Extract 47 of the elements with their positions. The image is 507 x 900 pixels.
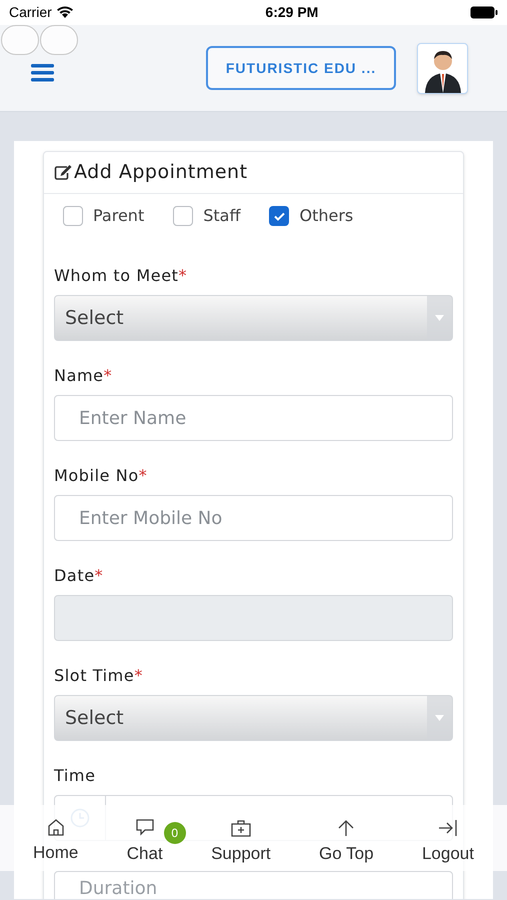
field-label: Time xyxy=(54,764,96,786)
checkbox-label: Parent xyxy=(93,205,144,227)
nav-button[interactable]: Support xyxy=(211,819,271,866)
required-mark: * xyxy=(134,664,143,686)
input-field[interactable]: Duration xyxy=(54,871,453,899)
field-label: Mobile No xyxy=(54,464,139,486)
required-mark: * xyxy=(178,264,188,286)
avatar[interactable] xyxy=(417,42,468,94)
menu-icon[interactable] xyxy=(31,63,54,83)
nav-button[interactable]: Home xyxy=(33,819,78,866)
unread-badge: 0 xyxy=(164,822,186,844)
edit-icon xyxy=(54,164,73,181)
required-mark: * xyxy=(138,464,148,486)
nav-button[interactable]: Logout xyxy=(422,819,474,866)
status-time: 6:29 PM xyxy=(265,3,318,22)
home-icon xyxy=(46,819,65,836)
arrow-up-icon xyxy=(337,819,356,837)
logout-icon xyxy=(438,819,458,837)
battery-icon xyxy=(470,6,498,19)
wifi-icon xyxy=(56,6,74,19)
select-field[interactable]: Select xyxy=(54,295,453,341)
input-field[interactable]: Enter Name xyxy=(54,395,453,441)
checkbox-label: Others xyxy=(299,205,354,227)
field-label: Whom to Meet xyxy=(54,264,179,286)
form-title: Add Appointment xyxy=(74,160,248,186)
checkbox-label: Staff xyxy=(203,205,240,227)
chat-icon xyxy=(134,819,155,837)
select-field[interactable]: Select xyxy=(54,695,453,741)
checkbox[interactable] xyxy=(173,206,194,226)
input-field[interactable]: Enter Mobile No xyxy=(54,495,453,541)
field-label: Slot Time xyxy=(54,664,134,686)
briefcase-icon xyxy=(230,819,251,837)
carrier-label: Carrier xyxy=(9,3,52,22)
required-mark: * xyxy=(94,564,104,586)
required-mark: * xyxy=(104,364,112,386)
nav-button[interactable]: Go Top xyxy=(319,819,374,866)
checkbox[interactable] xyxy=(269,206,290,226)
field-label: Date xyxy=(54,564,95,586)
check-icon xyxy=(274,212,285,220)
field-label: Name xyxy=(54,364,104,386)
circle-button[interactable] xyxy=(1,25,39,55)
caret-icon xyxy=(435,315,444,321)
person-icon xyxy=(422,48,462,92)
circle-button[interactable] xyxy=(40,25,78,55)
checkbox[interactable] xyxy=(63,206,83,226)
caret-icon xyxy=(435,715,444,721)
school-button[interactable]: FUTURISTIC EDU ... xyxy=(206,46,396,90)
